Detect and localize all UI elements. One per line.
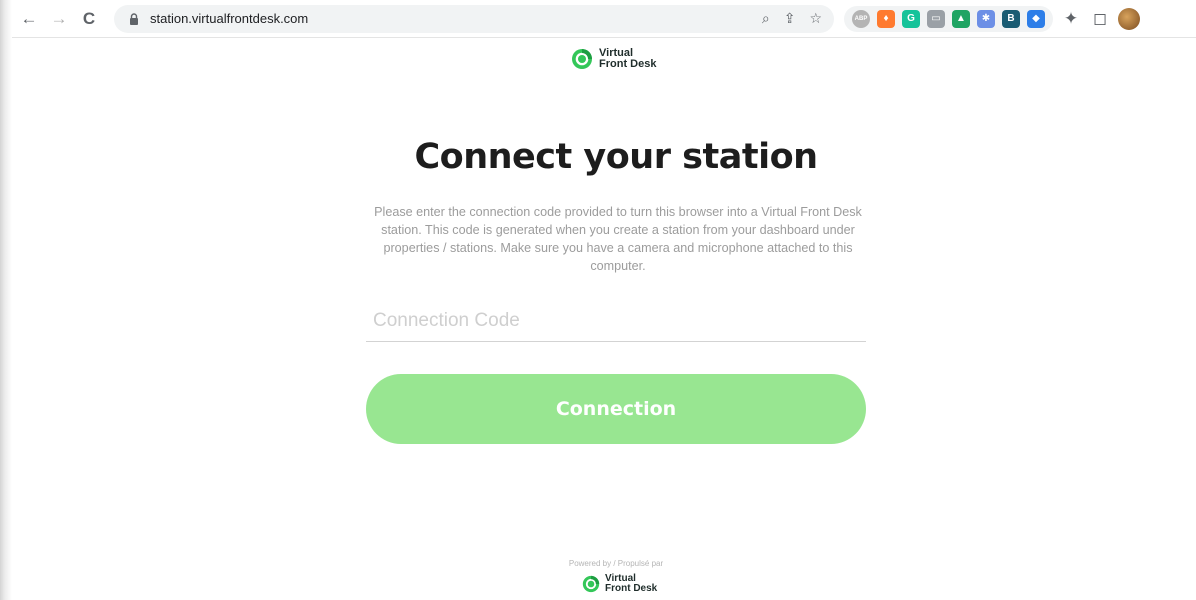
- sidepanel-icon[interactable]: ◻: [1089, 8, 1111, 30]
- footer-logo-line2: Front Desk: [605, 583, 658, 594]
- screenshot-extension-icon[interactable]: ▭: [927, 9, 945, 28]
- abp-extension-icon[interactable]: ABP: [852, 9, 870, 28]
- window-edge: [0, 0, 12, 600]
- url-text[interactable]: station.virtualfrontdesk.com: [150, 11, 308, 26]
- profile-avatar[interactable]: [1118, 7, 1140, 30]
- snowflake-extension-icon[interactable]: ✱: [977, 9, 995, 28]
- address-bar[interactable]: station.virtualfrontdesk.com ⌕ ⇪ ☆: [114, 4, 834, 33]
- footer-logo: Virtual Front Desk: [582, 574, 657, 594]
- browser-toolbar: ← → C station.virtualfrontdesk.com ⌕ ⇪ ☆…: [12, 0, 1196, 38]
- share-icon[interactable]: ⇪: [784, 10, 796, 27]
- logo-line2: Front Desk: [599, 58, 657, 70]
- logo-mark-icon: [572, 49, 592, 69]
- extensions-group: ABP ♦ G ▭ ▲ ✱ B ◆: [844, 5, 1053, 32]
- logo-text: Virtual Front Desk: [599, 48, 656, 70]
- drive-extension-icon[interactable]: ▲: [952, 9, 970, 28]
- back-icon[interactable]: ←: [18, 8, 40, 30]
- footer-logo-mark-icon: [582, 575, 600, 593]
- puzzle-icon[interactable]: ✦: [1060, 8, 1082, 30]
- page-title: Connect your station: [414, 137, 818, 177]
- star-icon[interactable]: ☆: [809, 10, 822, 27]
- footer-logo-text: Virtual Front Desk: [605, 574, 657, 594]
- logo: Virtual Front Desk: [571, 48, 656, 70]
- page-description: Please enter the connection code provide…: [374, 205, 862, 273]
- connection-code-input[interactable]: [366, 300, 866, 342]
- hubspot-extension-icon[interactable]: ♦: [877, 9, 895, 28]
- zoom-icon[interactable]: ⌕: [762, 10, 770, 27]
- connection-button[interactable]: Connection: [366, 374, 866, 444]
- lock-icon[interactable]: [128, 12, 140, 26]
- tag-extension-icon[interactable]: ◆: [1027, 9, 1045, 28]
- powered-by-text: Powered by / Propulsé par: [568, 559, 664, 568]
- reload-icon[interactable]: C: [78, 8, 100, 30]
- forward-icon[interactable]: →: [48, 8, 70, 30]
- bookmark-extension-icon[interactable]: B: [1002, 9, 1020, 28]
- grammarly-extension-icon[interactable]: G: [902, 9, 920, 28]
